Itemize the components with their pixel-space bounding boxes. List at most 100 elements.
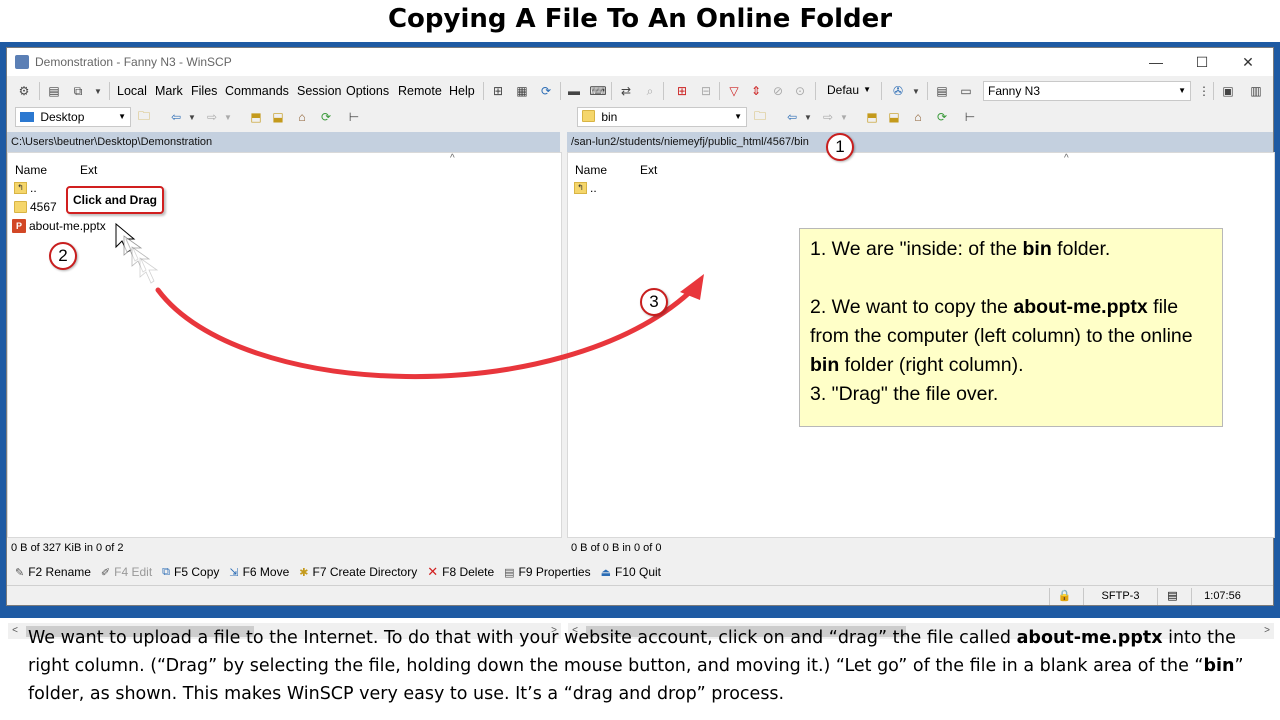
note-line: 3. "Drag" the file over. [810, 383, 999, 405]
chevron-down-icon[interactable]: ▼ [89, 82, 107, 100]
open-folder-icon[interactable]: 🗀 [135, 108, 153, 126]
menu-local[interactable]: Local [117, 84, 147, 98]
powerpoint-file-icon: P [12, 219, 26, 233]
root-directory-icon[interactable]: ⬓ [269, 108, 287, 126]
session-select[interactable]: Fanny N3 ▼ [983, 81, 1191, 101]
left-location-select[interactable]: Desktop ▼ [15, 107, 131, 127]
chevron-down-icon: ▼ [840, 112, 848, 122]
minimize-button[interactable]: — [1133, 50, 1179, 74]
properties-button[interactable]: ▤ F9 Properties [504, 565, 590, 579]
list-item[interactable]: ↰ .. [14, 181, 37, 195]
file-name: about-me.pptx [29, 219, 106, 233]
menu-options[interactable]: Options [346, 84, 389, 98]
create-directory-button[interactable]: ✱ F7 Create Directory [299, 565, 417, 579]
parent-directory-icon[interactable]: ⬒ [247, 108, 265, 126]
slide-body-text: We want to upload a file to the Internet… [28, 628, 1244, 704]
right-location-select[interactable]: bin ▼ [577, 107, 747, 127]
select-plus-icon[interactable]: ⊞ [673, 82, 691, 100]
sort-icon[interactable]: ⇕ [747, 82, 765, 100]
menu-remote[interactable]: Remote [398, 84, 442, 98]
refresh-icon[interactable]: ⟳ [933, 108, 951, 126]
scroll-left-icon[interactable]: < [8, 623, 22, 639]
delete-label: F8 Delete [442, 565, 495, 579]
column-header-name[interactable]: Name [575, 163, 607, 177]
menu-commands[interactable]: Commands [225, 84, 289, 98]
left-location-value: Desktop [40, 110, 85, 124]
compare-icon[interactable]: ⇄ [617, 82, 635, 100]
delete-button[interactable]: ✕ F8 Delete [427, 564, 494, 580]
new-window-icon[interactable]: ▣ [1219, 82, 1237, 100]
chevron-down-icon[interactable]: ▼ [183, 108, 201, 126]
gear-icon[interactable]: ⚙ [15, 82, 33, 100]
clear-icon: ⊘ [772, 84, 784, 98]
chevron-down-icon: ▼ [118, 112, 126, 121]
chevron-down-icon: ▼ [224, 112, 232, 122]
monitor-icon[interactable]: ▭ [957, 82, 975, 100]
rename-label: F2 Rename [28, 565, 91, 579]
connection-icon: ▤ [1157, 588, 1187, 605]
session-tabs-icon[interactable]: ▤ [933, 82, 951, 100]
rename-button[interactable]: ✎ F2 Rename [15, 565, 91, 579]
sync-browse-icon[interactable]: ⧉ [69, 82, 87, 100]
delete-icon: ✕ [427, 564, 439, 579]
right-selection-status: 0 B of 0 B in 0 of 0 [571, 542, 662, 554]
putty-icon[interactable]: ⌨ [589, 82, 607, 100]
list-item[interactable]: 4567 [14, 200, 57, 214]
parent-directory-icon[interactable]: ⬒ [863, 108, 881, 126]
elapsed-time: 1:07:56 [1191, 588, 1253, 605]
properties-icon: ▤ [504, 566, 515, 579]
quit-label: F10 Quit [614, 565, 662, 579]
toolbar-separator [663, 82, 664, 100]
tree-icon[interactable]: ⊢ [961, 108, 979, 126]
home-icon[interactable]: ⌂ [909, 108, 927, 126]
queue-icon[interactable]: ▤ [45, 82, 63, 100]
toolbar-separator [881, 82, 882, 100]
desktop-icon [20, 112, 34, 122]
refresh-icon[interactable]: ⟳ [537, 82, 555, 100]
column-header-name[interactable]: Name [15, 163, 47, 177]
close-button[interactable]: ✕ [1225, 50, 1271, 74]
step-badge-1: 1 [826, 133, 854, 161]
more-options-icon[interactable]: ⋮ [1195, 82, 1213, 100]
transfer-preset-value: Defau [827, 83, 860, 97]
filter-icon[interactable]: ▽ [725, 82, 743, 100]
rename-icon: ✎ [15, 566, 25, 579]
new-session-icon[interactable]: ⊞ [489, 82, 507, 100]
sites-icon[interactable]: ▦ [513, 82, 531, 100]
menu-toolbar: ⚙ ▤ ⧉ ▼ Local Mark Files Commands Sessio… [7, 78, 1273, 104]
file-name: 4567 [30, 200, 57, 214]
tree-icon[interactable]: ⊢ [345, 108, 363, 126]
transfer-preset-select[interactable]: Defau ▼ [823, 81, 875, 101]
menu-help[interactable]: Help [449, 84, 475, 98]
toolbar-separator [109, 82, 110, 100]
copy-button[interactable]: ⧉ F5 Copy [162, 565, 219, 579]
open-folder-icon[interactable]: 🗀 [751, 108, 769, 126]
root-directory-icon[interactable]: ⬓ [885, 108, 903, 126]
column-header-ext[interactable]: Ext [640, 163, 657, 177]
home-icon[interactable]: ⌂ [293, 108, 311, 126]
terminal-icon[interactable]: ▬ [565, 82, 583, 100]
chevron-down-icon[interactable]: ▼ [907, 82, 925, 100]
menu-files[interactable]: Files [191, 84, 217, 98]
move-label: F6 Move [242, 565, 290, 579]
preferences-icon[interactable]: ✇ [889, 82, 907, 100]
maximize-button[interactable]: ☐ [1179, 50, 1225, 74]
chevron-down-icon[interactable]: ▼ [799, 108, 817, 126]
list-item[interactable]: P about-me.pptx [12, 219, 106, 233]
instruction-note: 1. We are "inside: of the bin folder. 2.… [799, 228, 1223, 427]
layout-icon[interactable]: ▥ [1247, 82, 1265, 100]
list-item[interactable]: ↰ .. [574, 181, 597, 195]
slide-title: Copying A File To An Online Folder [387, 4, 893, 34]
toolbar-separator [611, 82, 612, 100]
refresh-icon[interactable]: ⟳ [317, 108, 335, 126]
note-line: 2. We want to copy the about-me.pptx fil… [810, 296, 1179, 318]
right-location-value: bin [601, 110, 618, 124]
move-button[interactable]: ⇲ F6 Move [229, 565, 289, 579]
column-header-ext[interactable]: Ext [80, 163, 97, 177]
menu-mark[interactable]: Mark [155, 84, 183, 98]
window-title: Demonstration - Fanny N3 - WinSCP [35, 55, 232, 69]
folder-icon [582, 110, 595, 122]
quit-button[interactable]: ⏏ F10 Quit [601, 565, 661, 579]
menu-session[interactable]: Session [297, 84, 341, 98]
chevron-down-icon: ▼ [1178, 86, 1186, 95]
